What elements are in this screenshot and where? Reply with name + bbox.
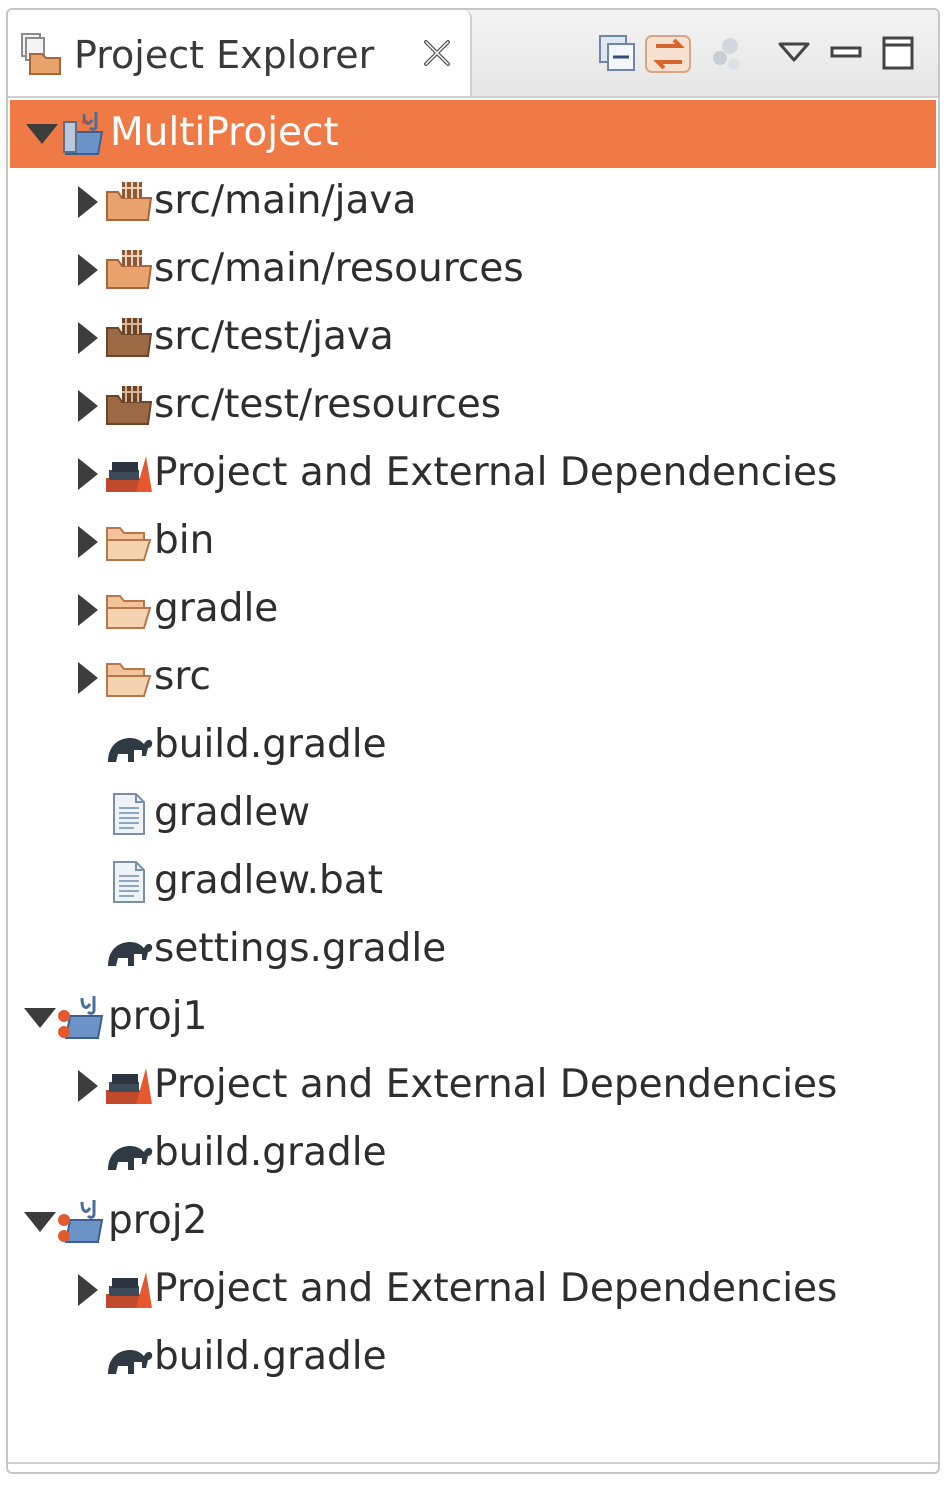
link-with-editor-icon[interactable] [644, 32, 694, 76]
tree-item-src-main-java[interactable]: src/main/java [8, 168, 938, 236]
tree-item-label: src/test/resources [154, 382, 502, 427]
tree-item-label: Project and External Dependencies [154, 450, 838, 495]
collapsed-arrow-icon[interactable] [66, 590, 106, 630]
minimize-icon[interactable] [826, 32, 866, 76]
tab-project-explorer[interactable]: Project Explorer [8, 10, 472, 96]
collapsed-arrow-icon[interactable] [66, 182, 106, 222]
tree-item-gradle[interactable]: gradle [8, 576, 938, 644]
collapsed-arrow-icon[interactable] [66, 250, 106, 290]
tree-item-bin[interactable]: bin [8, 508, 938, 576]
tree-item-label: src/test/java [154, 314, 394, 359]
gradle-file-icon [104, 722, 154, 770]
project-explorer-icon [21, 33, 61, 75]
close-icon[interactable] [420, 36, 454, 70]
tree-item-build-gradle[interactable]: build.gradle [8, 712, 938, 780]
source-folder-icon [104, 314, 154, 362]
tree-item-label: MultiProject [110, 110, 339, 155]
tree-item-dependencies[interactable]: Project and External Dependencies [8, 440, 938, 508]
subproject-icon [56, 1198, 106, 1246]
tree-item-multiproject[interactable]: MultiProject [10, 100, 936, 168]
folder-icon [104, 586, 154, 634]
expanded-arrow-icon[interactable] [20, 998, 60, 1038]
view-header: Project Explorer [8, 10, 938, 98]
library-icon [104, 1266, 154, 1314]
gradle-file-icon [104, 1334, 154, 1382]
view-bottom-border [8, 1462, 938, 1464]
source-folder-icon [104, 246, 154, 294]
tree-item-proj1-build-gradle[interactable]: build.gradle [8, 1120, 938, 1188]
collapse-all-icon[interactable] [596, 32, 640, 76]
collapsed-arrow-icon[interactable] [66, 318, 106, 358]
tree-item-src[interactable]: src [8, 644, 938, 712]
tree-item-label: build.gradle [154, 1130, 387, 1175]
tree-item-gradlew[interactable]: gradlew [8, 780, 938, 848]
tree-item-label: gradlew.bat [154, 858, 383, 903]
tree-item-label: src/main/java [154, 178, 417, 223]
tree-item-src-test-resources[interactable]: src/test/resources [8, 372, 938, 440]
tree-item-label: build.gradle [154, 1334, 387, 1379]
tree-item-src-main-resources[interactable]: src/main/resources [8, 236, 938, 304]
library-icon [104, 450, 154, 498]
collapsed-arrow-icon[interactable] [66, 658, 106, 698]
tree-item-label: proj1 [108, 994, 208, 1039]
tree-item-proj2-dependencies[interactable]: Project and External Dependencies [8, 1256, 938, 1324]
tree-item-label: settings.gradle [154, 926, 447, 971]
text-file-icon [104, 858, 154, 906]
source-folder-icon [104, 178, 154, 226]
tree-item-label: src/main/resources [154, 246, 524, 291]
library-icon [104, 1062, 154, 1110]
focus-icon[interactable] [706, 32, 750, 76]
collapsed-arrow-icon[interactable] [66, 1270, 106, 1310]
collapsed-arrow-icon[interactable] [66, 386, 106, 426]
folder-icon [104, 518, 154, 566]
tree-item-label: proj2 [108, 1198, 208, 1243]
gradle-file-icon [104, 1130, 154, 1178]
collapsed-arrow-icon[interactable] [66, 1066, 106, 1106]
project-explorer-view: Project Explorer MultiProject src/main/j… [6, 8, 940, 1474]
tree-item-label: gradlew [154, 790, 311, 835]
gradle-file-icon [104, 926, 154, 974]
tree-item-label: build.gradle [154, 722, 387, 767]
tree-item-proj1[interactable]: proj1 [8, 984, 938, 1052]
collapsed-arrow-icon[interactable] [66, 454, 106, 494]
tree-item-src-test-java[interactable]: src/test/java [8, 304, 938, 372]
project-icon [58, 110, 108, 158]
tree-item-proj1-dependencies[interactable]: Project and External Dependencies [8, 1052, 938, 1120]
tree-item-proj2[interactable]: proj2 [8, 1188, 938, 1256]
tree-item-label: Project and External Dependencies [154, 1062, 838, 1107]
subproject-icon [56, 994, 106, 1042]
expanded-arrow-icon[interactable] [20, 1202, 60, 1242]
maximize-icon[interactable] [878, 32, 918, 76]
view-menu-icon[interactable] [774, 32, 814, 76]
folder-icon [104, 654, 154, 702]
tree-item-label: bin [154, 518, 215, 563]
tree-item-label: Project and External Dependencies [154, 1266, 838, 1311]
text-file-icon [104, 790, 154, 838]
collapsed-arrow-icon[interactable] [66, 522, 106, 562]
tree-item-label: gradle [154, 586, 279, 631]
tab-title: Project Explorer [74, 33, 375, 77]
tree-item-label: src [154, 654, 211, 699]
tree-item-gradlew-bat[interactable]: gradlew.bat [8, 848, 938, 916]
source-folder-icon [104, 382, 154, 430]
expanded-arrow-icon[interactable] [22, 114, 62, 154]
tree-item-proj2-build-gradle[interactable]: build.gradle [8, 1324, 938, 1392]
tree-item-settings-gradle[interactable]: settings.gradle [8, 916, 938, 984]
